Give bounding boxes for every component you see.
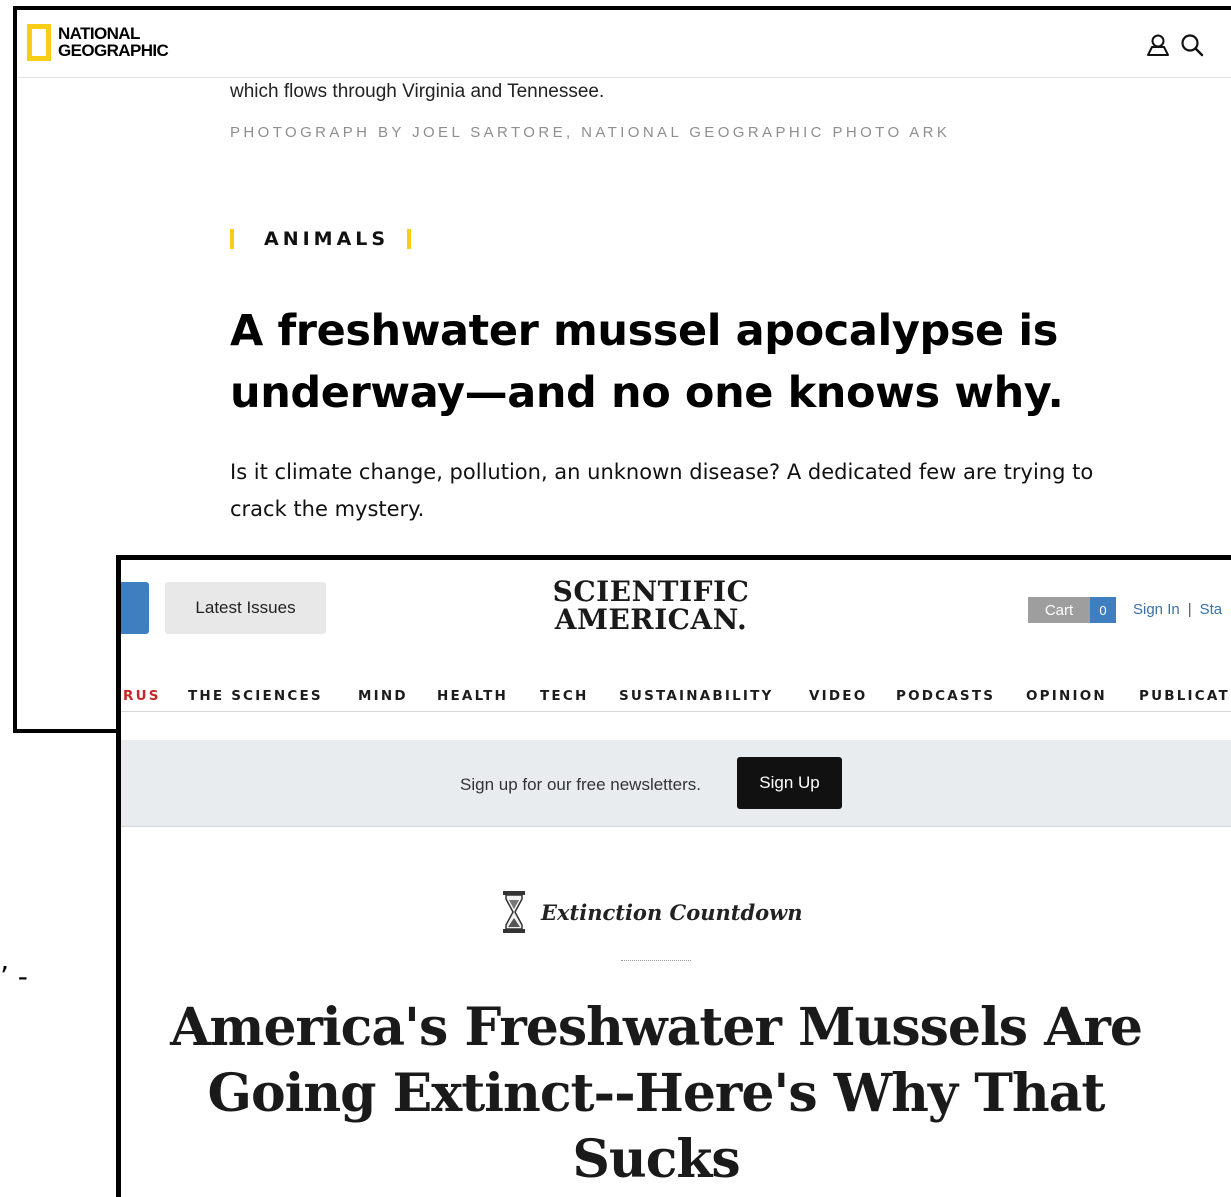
cart-button[interactable]: Cart 0 <box>1028 597 1116 623</box>
nav-item-publications[interactable]: PUBLICAT <box>1139 688 1230 704</box>
natgeo-logo[interactable]: NATIONAL GEOGRAPHIC <box>27 20 169 64</box>
sciam-headline: America's Freshwater Mussels Are Going E… <box>170 997 1143 1190</box>
natgeo-headline: A freshwater mussel apocalypse is underw… <box>230 306 1064 418</box>
sciam-logo-line2: AMERICAN. <box>554 603 748 636</box>
column-label[interactable]: Extinction Countdown <box>501 890 803 934</box>
cart-count-badge: 0 <box>1090 597 1116 623</box>
nav-item-health[interactable]: HEALTH <box>437 688 508 704</box>
photo-credit: PHOTOGRAPH BY JOEL SARTORE, NATIONAL GEO… <box>230 124 951 141</box>
newsletter-banner: Sign up for our free newsletters. Sign U… <box>121 740 1231 827</box>
sciam-logo[interactable]: SCIENTIFIC AMERICAN. <box>531 578 771 634</box>
photo-caption: which flows through Virginia and Tenness… <box>230 81 605 102</box>
category-text: ANIMALS <box>264 228 390 250</box>
nav-item-sustainability[interactable]: SUSTAINABILITY <box>619 688 774 704</box>
category-bar-right <box>407 229 412 249</box>
account-separator: | <box>1187 601 1192 618</box>
natgeo-header: NATIONAL GEOGRAPHIC <box>17 10 1231 78</box>
nav-item-coronavirus[interactable]: RUS <box>123 688 161 704</box>
search-icon[interactable] <box>1179 32 1205 58</box>
account-links: Sign In | Sta <box>1133 601 1222 618</box>
newsletter-text: Sign up for our free newsletters. <box>460 775 701 794</box>
user-icon[interactable] <box>1145 32 1171 58</box>
column-divider <box>621 960 691 961</box>
account-next-link[interactable]: Sta <box>1200 601 1223 618</box>
latest-issues-button[interactable]: Latest Issues <box>165 582 326 634</box>
screenshot-collage: NATIONAL GEOGRAPHIC which flows through … <box>0 0 1231 1197</box>
sciam-logo-line1: SCIENTIFIC <box>552 575 750 608</box>
nav-item-video[interactable]: VIDEO <box>809 688 867 704</box>
nav-item-podcasts[interactable]: PODCASTS <box>896 688 995 704</box>
natgeo-dek: Is it climate change, pollution, an unkn… <box>230 460 1094 521</box>
sign-up-button[interactable]: Sign Up <box>737 757 842 809</box>
natgeo-yellow-border-icon <box>27 23 51 61</box>
category-bar-left <box>230 229 234 249</box>
nav-item-opinion[interactable]: OPINION <box>1026 688 1107 704</box>
natgeo-logo-line1: NATIONAL <box>58 24 140 43</box>
subscribe-button[interactable] <box>121 582 149 634</box>
stray-text-fragment: ’ - <box>0 960 28 993</box>
category-label[interactable]: ANIMALS <box>230 228 412 250</box>
natgeo-logo-text: NATIONAL GEOGRAPHIC <box>58 24 169 60</box>
sign-in-link[interactable]: Sign In <box>1133 601 1180 618</box>
nav-item-tech[interactable]: TECH <box>540 688 588 704</box>
hourglass-icon <box>503 891 525 933</box>
nav-item-mind[interactable]: MIND <box>358 688 408 704</box>
nav-item-the-sciences[interactable]: THE SCIENCES <box>188 688 323 704</box>
column-name: Extinction Countdown <box>541 899 803 925</box>
sciam-article-panel: Latest Issues SCIENTIFIC AMERICAN. Cart … <box>116 555 1231 1197</box>
natgeo-logo-line2: GEOGRAPHIC <box>58 41 169 60</box>
cart-label: Cart <box>1028 597 1090 623</box>
section-nav: RUS THE SCIENCES MIND HEALTH TECH SUSTAI… <box>121 671 1231 712</box>
